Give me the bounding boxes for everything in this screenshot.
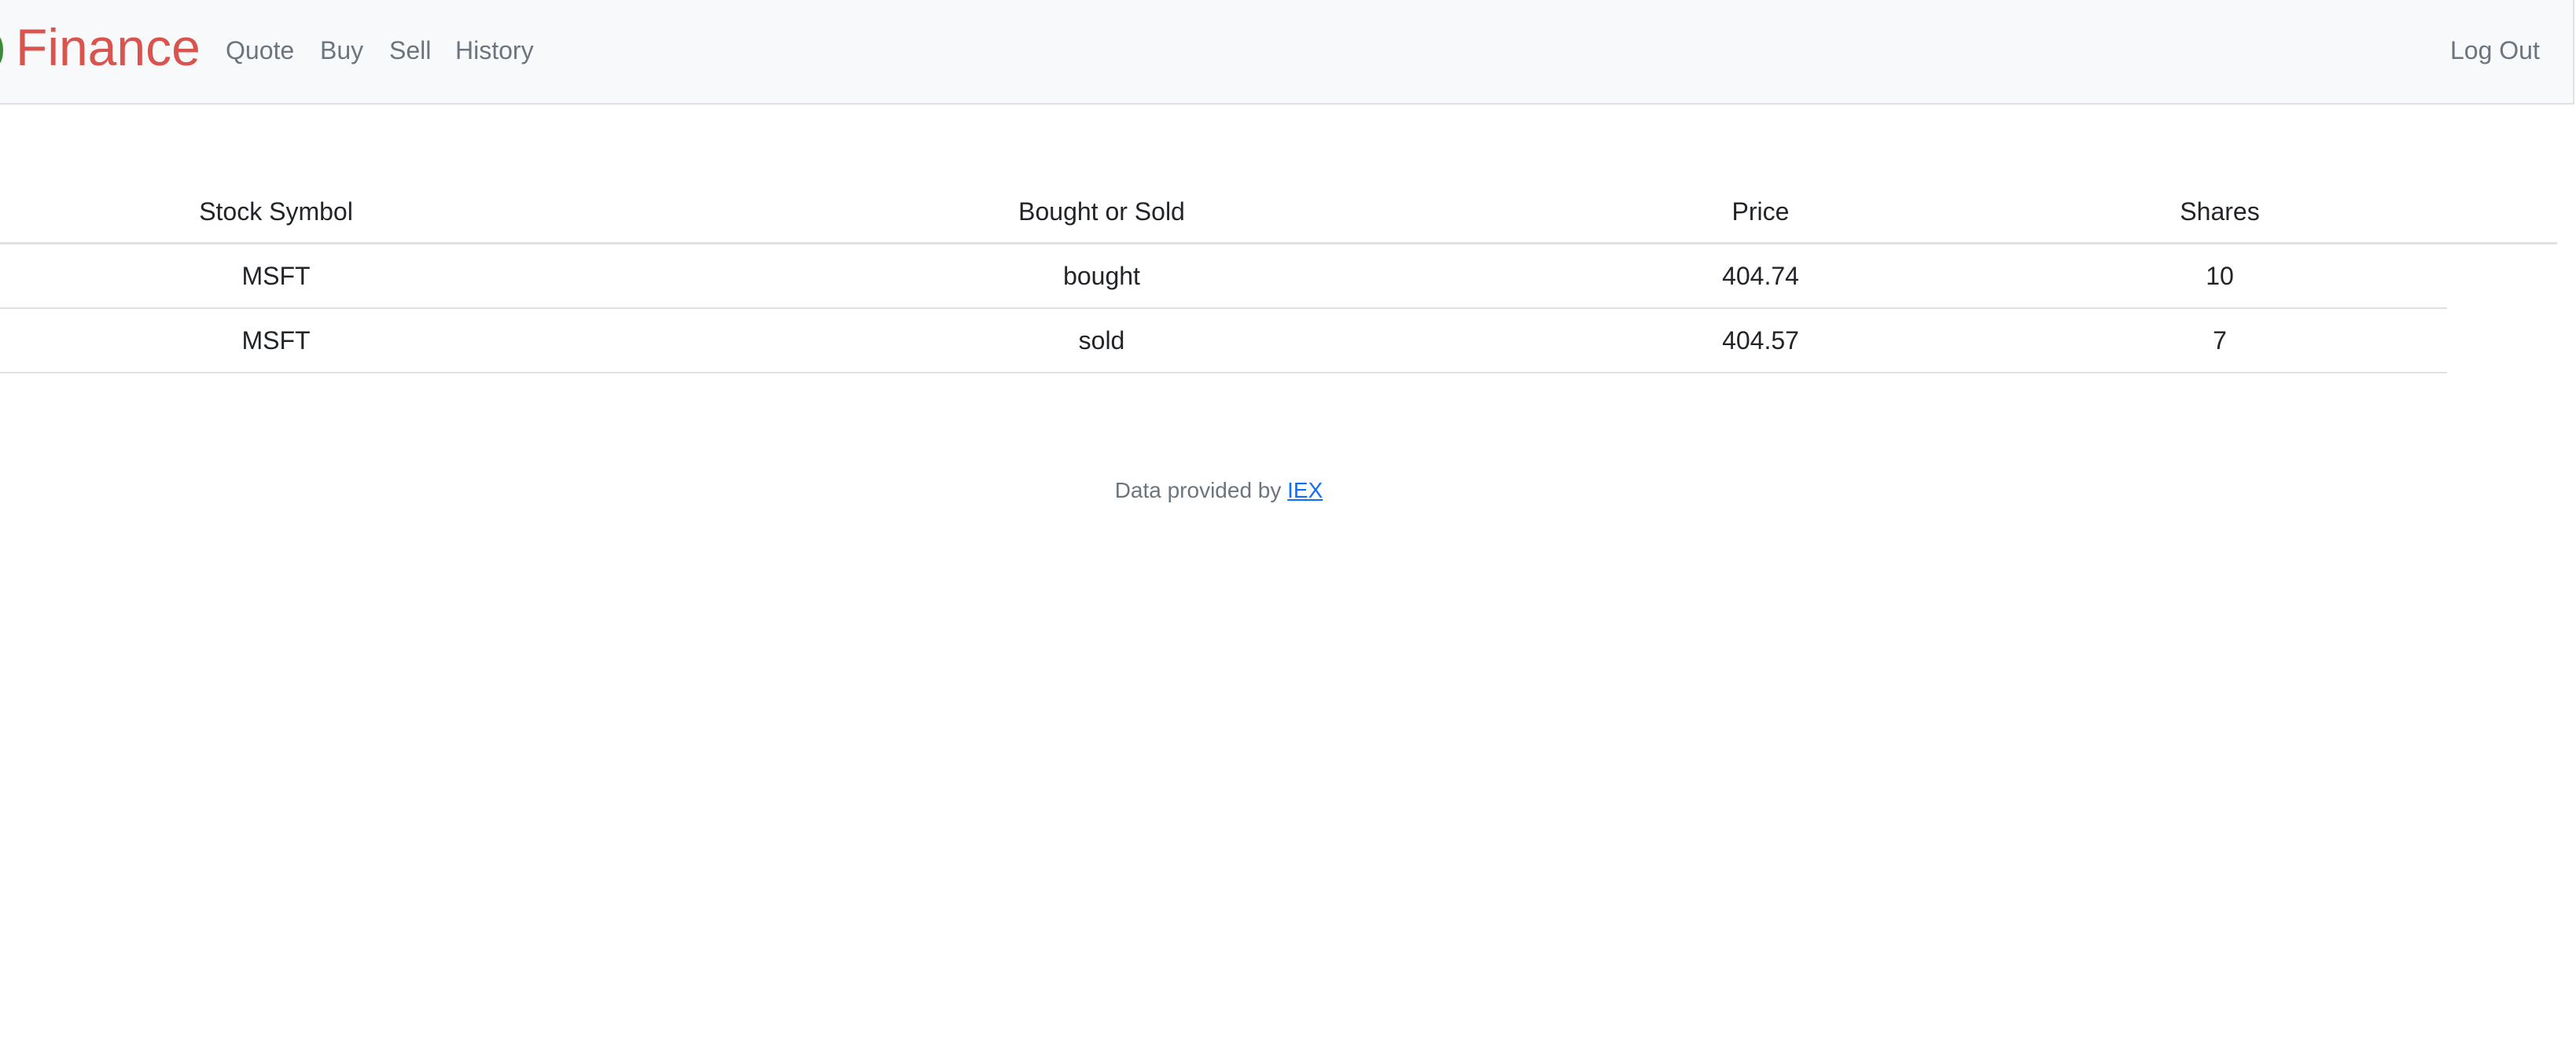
- iex-link[interactable]: IEX: [1287, 478, 1323, 502]
- header-stock-symbol: Stock Symbol: [199, 197, 353, 226]
- table-row: MSFT sold 404.57 7: [0, 309, 2447, 373]
- cell-symbol: MSFT: [241, 325, 311, 355]
- navbar: Finance Quote Buy Sell History Log Out: [0, 0, 2574, 105]
- logout-link[interactable]: Log Out: [2450, 35, 2540, 66]
- cell-shares: 7: [2213, 325, 2227, 355]
- cell-shares: 10: [2206, 261, 2234, 290]
- history-table: Stock Symbol Bought or Sold Price Shares…: [0, 181, 2557, 373]
- nav-history-link[interactable]: History: [455, 35, 534, 66]
- table-header-row: Stock Symbol Bought or Sold Price Shares: [0, 181, 2557, 244]
- nav-quote-link[interactable]: Quote: [226, 35, 294, 66]
- header-shares: Shares: [2180, 197, 2260, 226]
- cell-symbol: MSFT: [241, 261, 311, 290]
- footer: Data provided by IEX: [0, 475, 2438, 506]
- nav-buy-link[interactable]: Buy: [320, 35, 363, 66]
- brand-title[interactable]: Finance: [16, 16, 201, 79]
- nav-sell-link[interactable]: Sell: [389, 35, 431, 66]
- table-row: MSFT bought 404.74 10: [0, 244, 2447, 309]
- cell-action: bought: [1063, 261, 1140, 290]
- cell-action: sold: [1078, 325, 1125, 355]
- header-bought-or-sold: Bought or Sold: [1018, 197, 1185, 226]
- footer-text: Data provided by: [1114, 478, 1282, 502]
- cell-price: 404.57: [1722, 325, 1799, 355]
- brand-logo-icon: [0, 35, 3, 66]
- cell-price: 404.74: [1722, 261, 1799, 290]
- header-price: Price: [1731, 197, 1790, 226]
